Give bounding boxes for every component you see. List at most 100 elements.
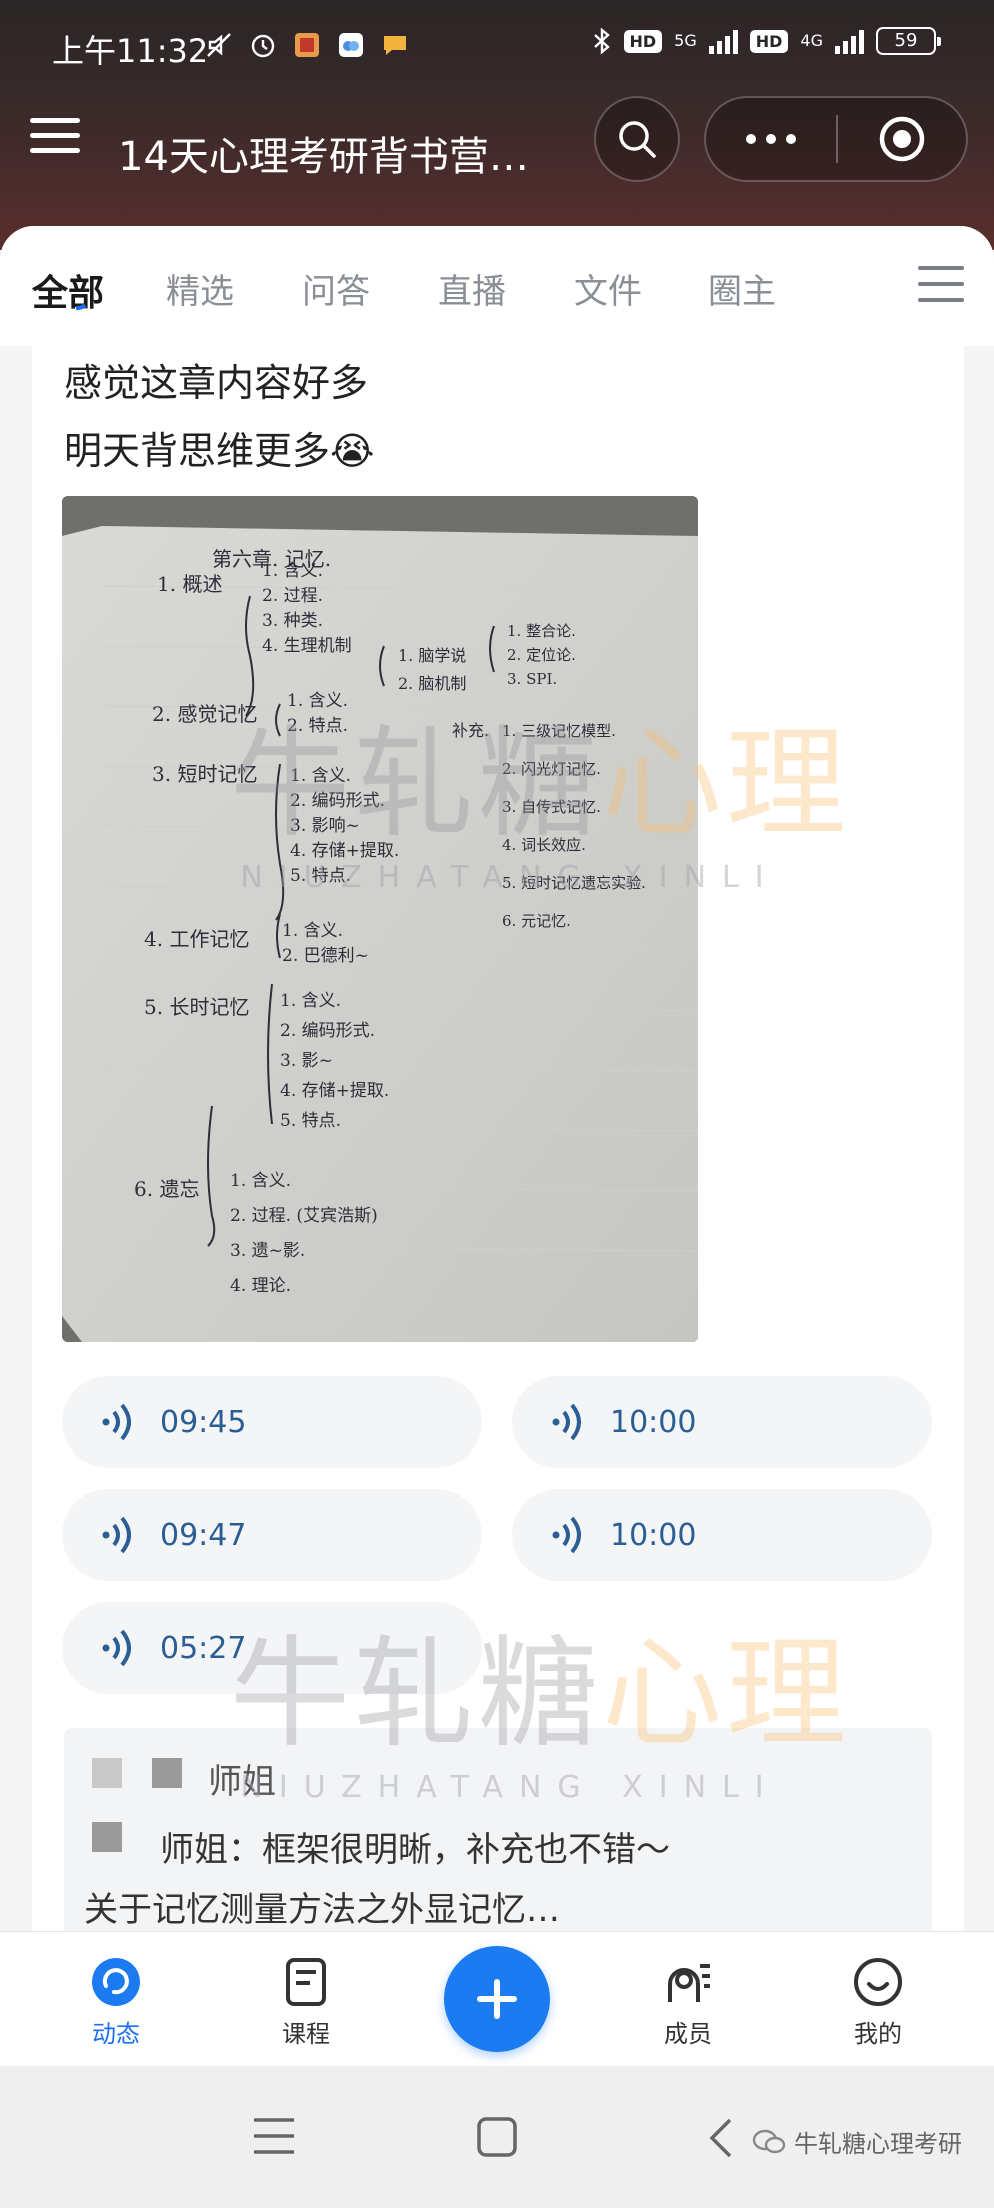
hd-badge: HD [623,29,663,53]
note-line: 4. 存储+提取. [280,1081,389,1101]
voice-icon [552,1516,581,1554]
cloud-app-icon [339,33,363,57]
note-line: 5. 特点. [290,866,351,886]
avatar-placeholder [92,1758,122,1788]
course-icon [286,1958,326,2006]
notification-icons [204,30,410,60]
post-image[interactable]: 第六章. 记忆. 1. 概述 1. 含义. 2. 过程. 3. 种类. 4. 生理机制 2.… [62,496,698,1342]
voice-duration: 10:00 [610,1404,697,1440]
search-button[interactable] [594,96,680,182]
comment-author: 师姐 [208,1762,276,1802]
voice-message[interactable]: 10:00 [512,1376,932,1468]
menu-icon[interactable] [30,118,80,162]
voice-icon [552,1403,581,1441]
note-line: 4. 理论. [230,1276,291,1296]
hd-badge-2: HD [749,29,789,53]
tab-menu-icon[interactable] [918,266,964,306]
close-target-icon [879,116,925,162]
note-line: 2. 过程. (艾宾浩斯) [230,1206,378,1226]
voice-icon [102,1403,131,1441]
signal-icon-2 [835,28,864,54]
voice-icon [102,1516,131,1554]
home-icon[interactable] [476,2116,518,2158]
note-line: 2. 特点. [287,716,348,736]
note-line: 1. 含义. [287,691,348,711]
tab-qa[interactable]: 问答 [302,264,370,313]
name-placeholder-2 [92,1822,122,1852]
bottom-nav: 动态 课程 成员 我的 [0,1931,994,2066]
profile-icon [854,1958,902,2006]
note-line: 3. 影响~ [290,816,360,836]
more-icon[interactable] [706,96,836,182]
network-4g: 4G [800,31,823,50]
nav-label: 动态 [92,2020,140,2048]
close-button[interactable] [838,96,966,182]
note-line: 6. 元记忆. [502,912,571,930]
voice-duration: 09:45 [160,1404,247,1440]
app-notification-icon [295,33,319,57]
voice-duration: 05:27 [160,1630,247,1666]
nav-label: 成员 [664,2020,712,2048]
note-line: 3. 种类. [262,611,323,631]
note-line: 1. 含义. [262,561,323,581]
note-supplement-label: 补充. [452,721,489,740]
note-line: 3. SPI. [507,670,557,688]
note-line: 5. 短时记忆遗忘实验. [502,874,646,892]
title-bar: 14天心理考研背书营… [0,92,994,232]
plus-icon [477,1979,517,2019]
post-text-line2: 明天背思维更多😭 [64,429,375,473]
comment-text-2: 关于记忆测量方法之外显记忆… [84,1890,560,1930]
mute-icon [207,33,231,57]
recent-apps-icon[interactable] [252,2116,296,2156]
status-right: HD 5G HD 4G 59 [592,26,941,56]
note-line: 1. 含义. [280,991,341,1011]
note-line: 4. 生理机制 [262,636,352,656]
tab-files[interactable]: 文件 [574,264,642,313]
battery-icon: 59 [876,27,941,55]
nav-course[interactable]: 课程 [246,1956,366,2049]
nav-members[interactable]: 成员 [628,1956,748,2049]
note-line: 3. 影~ [280,1051,333,1071]
note-line: 3. 自传式记忆. [502,798,601,816]
note-line: 1. 整合论. [507,622,576,640]
voice-icon [102,1629,131,1667]
note-line: 2. 编码形式. [290,791,385,811]
voice-message[interactable]: 09:47 [62,1489,482,1581]
tab-live[interactable]: 直播 [438,264,506,313]
note-line: 2. 定位论. [507,646,576,664]
tab-featured[interactable]: 精选 [166,264,234,313]
note-line: 2. 编码形式. [280,1021,375,1041]
note-line: 1. 含义. [290,766,351,786]
post-button[interactable] [444,1946,550,2052]
voice-duration: 10:00 [610,1517,697,1553]
tab-all[interactable]: 全部 [32,264,104,316]
post-text-line1: 感觉这章内容好多 [64,361,369,405]
nav-feed[interactable]: 动态 [56,1956,176,2049]
note-line: 4. 存储+提取. [290,841,399,861]
note-line: 5. 特点. [280,1111,341,1131]
account-tag: 牛轧糖心理考研 [752,2124,962,2159]
note-section: 3. 短时记忆 [152,762,257,786]
note-section: 1. 概述 [157,572,222,596]
network-5g: 5G [674,31,697,50]
tab-owner[interactable]: 圈主 [708,264,776,313]
note-line: 2. 过程. [262,586,323,606]
voice-duration: 09:47 [160,1517,247,1553]
back-icon[interactable] [706,2116,734,2160]
status-bar: 上午11:32 HD 5G HD 4G 59 [0,0,994,92]
nav-label: 我的 [854,2020,902,2048]
note-line: 2. 闪光灯记忆. [502,760,601,778]
note-line: 4. 词长效应. [502,836,586,854]
search-icon [619,121,656,158]
post-card: 感觉这章内容好多 明天背思维更多😭 第六章. 记忆. 1. 概述 1. 含义. … [32,346,964,1931]
note-section: 5. 长时记忆 [144,995,249,1019]
content-sheet: 全部 精选 问答 直播 文件 圈主 感觉这章内容好多 明天背思维更多😭 第六章.… [0,226,994,1931]
nav-profile[interactable]: 我的 [818,1956,938,2049]
note-section: 6. 遗忘 [134,1177,199,1201]
voice-message[interactable]: 10:00 [512,1489,932,1581]
voice-message[interactable]: 09:45 [62,1376,482,1468]
feed-icon [92,1958,140,2006]
voice-message[interactable]: 05:27 [62,1602,482,1694]
note-line: 1. 三级记忆模型. [502,722,616,740]
status-time: 上午11:32 [52,32,209,70]
